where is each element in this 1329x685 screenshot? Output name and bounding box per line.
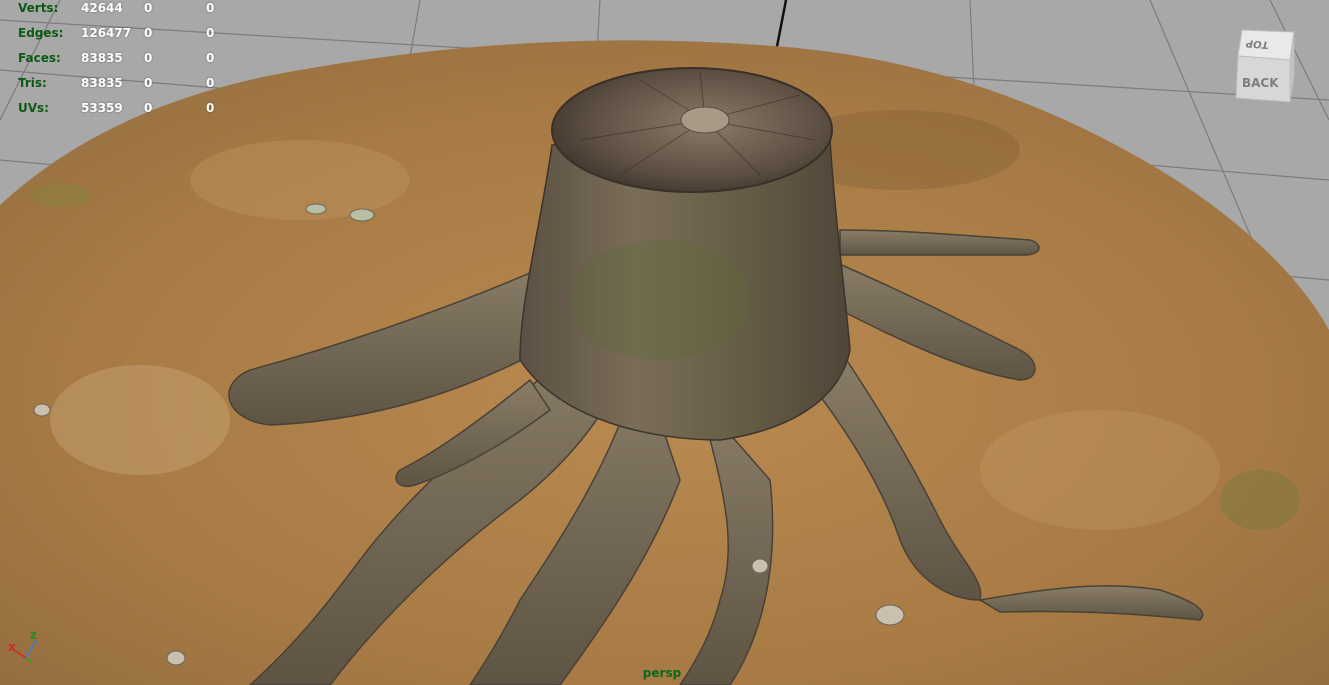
hud-value-component: 0 bbox=[206, 76, 215, 90]
hud-value-selected: 0 bbox=[144, 51, 153, 65]
hud-value-component: 0 bbox=[206, 1, 215, 15]
hud-value-total: 53359 bbox=[81, 101, 123, 115]
camera-name-label: persp bbox=[642, 666, 682, 680]
hud-value-selected: 0 bbox=[144, 1, 153, 15]
hud-value-total: 42644 bbox=[81, 1, 123, 15]
hud-label: UVs: bbox=[18, 101, 49, 115]
view-cube-top-label[interactable]: TOP bbox=[1245, 37, 1270, 49]
hud-label: Edges: bbox=[18, 26, 64, 40]
perspective-viewport[interactable]: Verts: 42644 0 0 Edges: 126477 0 0 Faces: 83835 0 0… bbox=[0, 0, 1329, 685]
hud-label: Faces: bbox=[18, 51, 61, 65]
stump-center-knot bbox=[680, 106, 730, 134]
hud-label: Tris: bbox=[18, 76, 47, 90]
hud-value-selected: 0 bbox=[144, 76, 153, 90]
hud-row: Faces: 83835 0 0 bbox=[18, 50, 228, 75]
hud-row: Verts: 42644 0 0 bbox=[18, 0, 228, 25]
hud-value-selected: 0 bbox=[144, 26, 153, 40]
hud-row: Tris: 83835 0 0 bbox=[18, 75, 228, 100]
hud-value-component: 0 bbox=[206, 26, 215, 40]
hud-label: Verts: bbox=[18, 1, 59, 15]
view-cube-back-label[interactable]: BACK bbox=[1242, 76, 1279, 90]
hud-row: Edges: 126477 0 0 bbox=[18, 25, 228, 50]
hud-value-component: 0 bbox=[206, 51, 215, 65]
hud-value-component: 0 bbox=[206, 101, 215, 115]
view-cube[interactable]: TOP BACK bbox=[1228, 26, 1298, 106]
moss-patch bbox=[570, 240, 750, 360]
hud-value-total: 83835 bbox=[81, 76, 123, 90]
hud-value-selected: 0 bbox=[144, 101, 153, 115]
poly-count-hud: Verts: 42644 0 0 Edges: 126477 0 0 Faces: 83835 0 0… bbox=[18, 0, 228, 125]
hud-row: UVs: 53359 0 0 bbox=[18, 100, 228, 125]
axis-z-label: z bbox=[30, 628, 37, 642]
hud-value-total: 83835 bbox=[81, 51, 123, 65]
hud-value-total: 126477 bbox=[81, 26, 132, 40]
axis-x-label: x bbox=[8, 640, 16, 654]
axis-gizmo: x z bbox=[6, 626, 46, 666]
